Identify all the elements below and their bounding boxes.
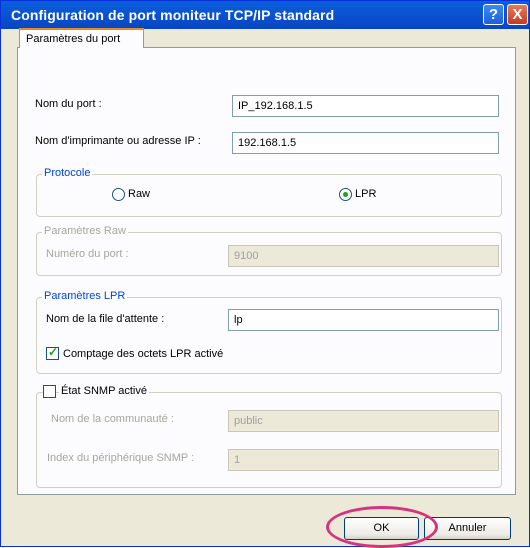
- snmp-group: [36, 392, 502, 488]
- radio-raw-label[interactable]: Raw: [128, 188, 150, 200]
- raw-settings-legend: Paramètres Raw: [42, 225, 128, 237]
- device-index-input: 1: [228, 449, 499, 471]
- community-name-input: public: [228, 410, 499, 432]
- protocol-group: [36, 174, 502, 217]
- radio-raw[interactable]: [112, 188, 125, 201]
- snmp-enabled-checkbox[interactable]: [43, 385, 56, 398]
- lpr-settings-legend: Paramètres LPR: [42, 290, 128, 302]
- byte-count-label[interactable]: Comptage des octets LPR activé: [63, 348, 223, 360]
- radio-lpr[interactable]: [339, 188, 352, 201]
- check-icon: ✓: [47, 345, 59, 359]
- radio-selected-dot: [343, 192, 348, 197]
- cancel-button[interactable]: Annuler: [424, 517, 511, 540]
- dialog-window: Configuration de port moniteur TCP/IP st…: [0, 0, 530, 548]
- help-button[interactable]: ?: [483, 4, 504, 25]
- radio-lpr-label[interactable]: LPR: [355, 188, 376, 200]
- title-bar[interactable]: Configuration de port moniteur TCP/IP st…: [1, 1, 529, 29]
- port-name-label: Nom du port :: [35, 98, 102, 110]
- snmp-enabled-label[interactable]: État SNMP activé: [59, 385, 149, 397]
- close-icon: X: [512, 6, 523, 23]
- tab-port-settings[interactable]: Paramètres du port: [19, 28, 144, 48]
- device-index-label: Index du périphérique SNMP :: [47, 452, 195, 464]
- window-title: Configuration de port moniteur TCP/IP st…: [11, 7, 335, 23]
- queue-name-label: Nom de la file d'attente :: [46, 313, 165, 325]
- community-name-label: Nom de la communauté :: [51, 413, 174, 425]
- port-name-input[interactable]: IP_192.168.1.5: [232, 95, 499, 117]
- protocol-legend: Protocole: [42, 167, 93, 179]
- close-button[interactable]: X: [507, 4, 528, 25]
- queue-name-input[interactable]: lp: [228, 309, 499, 331]
- ok-button[interactable]: OK: [344, 517, 419, 540]
- raw-port-number-input: 9100: [228, 245, 499, 267]
- help-icon: ?: [488, 6, 499, 23]
- byte-count-checkbox[interactable]: ✓: [46, 345, 59, 360]
- ip-address-input[interactable]: 192.168.1.5: [232, 132, 499, 154]
- ip-address-label: Nom d'imprimante ou adresse IP :: [35, 135, 201, 147]
- raw-port-number-label: Numéro du port :: [46, 248, 129, 260]
